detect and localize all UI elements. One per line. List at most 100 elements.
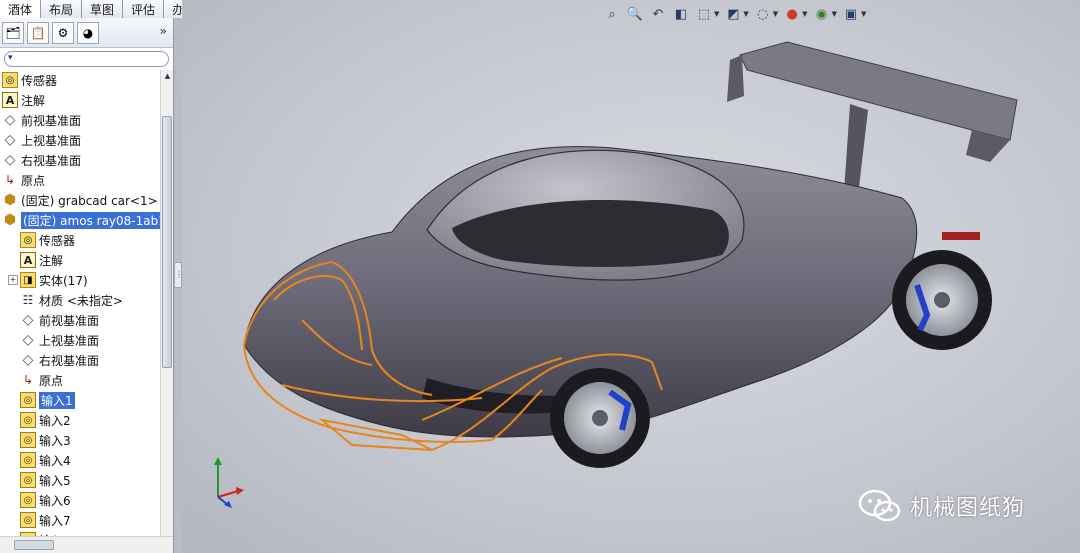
vertical-scrollbar[interactable]: ▲ — [160, 70, 173, 536]
import-icon: ◎ — [20, 512, 36, 528]
tree-item[interactable]: ☷ 材质 <未指定> — [0, 290, 160, 310]
tab-0[interactable]: 酒体 — [0, 0, 42, 18]
tree-item[interactable]: ◎ 输入4 — [0, 450, 160, 470]
tree-item[interactable]: ◎ 输入5 — [0, 470, 160, 490]
tree-item[interactable]: ◇ 右视基准面 — [0, 150, 160, 170]
annotation-icon: A — [2, 92, 18, 108]
vertical-scroll-thumb[interactable] — [162, 116, 172, 368]
feature-tree-icon: 🗂 — [5, 25, 21, 40]
plane-icon: ◇ — [22, 312, 34, 328]
import-icon: ◎ — [20, 392, 36, 408]
origin-icon: ↳ — [22, 373, 34, 387]
tree-item-label: 右视基准面 — [39, 353, 100, 368]
import-icon: ◎ — [20, 452, 36, 468]
property-icon: 📋 — [30, 25, 46, 40]
configuration-icon: ⚙ — [57, 25, 69, 40]
panel-toolbar: 🗂 📋 ⚙ ◕ » — [0, 18, 173, 48]
tree-item[interactable]: ◎ 输入1 — [0, 390, 160, 410]
tree-item[interactable]: ◎ 输入2 — [0, 410, 160, 430]
part-icon: ⬢ — [3, 192, 17, 208]
tree-filter-input[interactable]: ▾ — [4, 51, 169, 67]
tree-item[interactable]: ◇ 前视基准面 — [0, 110, 160, 130]
tree-item[interactable]: ⬢ (固定) grabcad car<1> — [0, 190, 160, 210]
tree-item-label: 输入6 — [39, 493, 71, 508]
tree-item[interactable]: ↳ 原点 — [0, 170, 160, 190]
tree-item[interactable]: ◇ 上视基准面 — [0, 330, 160, 350]
tree-item-label: 上视基准面 — [39, 333, 100, 348]
feature-tree: ◎ 传感器 A 注解 ◇ 前视基准面 ◇ 上视基准面 ◇ 右视基准面 ↳ 原点 ⬢ (固定) grabca… — [0, 70, 168, 550]
expand-node-icon[interactable]: + — [8, 275, 18, 285]
watermark: 机械图纸狗 — [858, 488, 1025, 524]
import-icon: ◎ — [20, 412, 36, 428]
horizontal-scroll-thumb[interactable] — [14, 540, 54, 550]
material-icon: ☷ — [22, 293, 34, 307]
tree-item[interactable]: ↳ 原点 — [0, 370, 160, 390]
tab-layout[interactable]: 布局 — [41, 0, 83, 18]
plane-icon: ◇ — [4, 112, 16, 128]
tree-item[interactable]: ◎ 输入6 — [0, 490, 160, 510]
tail-lights — [942, 232, 980, 240]
filter-row: ▾ — [0, 48, 173, 70]
tree-item-label: 原点 — [21, 173, 46, 188]
tree-item-label: 前视基准面 — [39, 313, 100, 328]
tree-item[interactable]: ⬢ (固定) amos ray08-1ab1 — [0, 210, 168, 230]
display-manager-icon: ◕ — [82, 25, 94, 40]
plane-icon: ◇ — [4, 132, 16, 148]
tree-item-label: 输入7 — [39, 513, 71, 528]
tree-item-label: 输入4 — [39, 453, 71, 468]
sensor-icon: ◎ — [2, 72, 18, 88]
solid-bodies-icon: ◨ — [20, 272, 36, 288]
car-model[interactable] — [182, 0, 1080, 553]
tree-item[interactable]: ◇ 前视基准面 — [0, 310, 160, 330]
property-manager-tab-button[interactable]: 📋 — [27, 21, 49, 44]
tree-item-label: 右视基准面 — [21, 153, 82, 168]
tab-evaluate[interactable]: 评估 — [123, 0, 165, 18]
wechat-icon — [858, 489, 901, 522]
rear-wheel[interactable] — [892, 250, 992, 350]
tree-item[interactable]: ◎ 传感器 — [0, 230, 160, 250]
plane-icon: ◇ — [4, 152, 16, 168]
scroll-up-arrow-icon[interactable]: ▲ — [161, 70, 173, 83]
tree-item-label: 输入5 — [39, 473, 71, 488]
panel-splitter-handle[interactable]: ⋮ — [174, 262, 183, 288]
tree-item[interactable]: ◇ 右视基准面 — [0, 350, 160, 370]
configuration-manager-tab-button[interactable]: ⚙ — [52, 21, 74, 44]
tree-item[interactable]: + ◨ 实体(17) — [0, 270, 160, 290]
tree-item[interactable]: ◎ 传感器 — [0, 70, 160, 90]
tree-item-label: 实体(17) — [39, 273, 88, 288]
annotation-icon: A — [20, 252, 36, 268]
tree-item-label: 输入1 — [39, 391, 75, 409]
origin-icon: ↳ — [4, 173, 16, 187]
feature-manager-panel: 🗂 📋 ⚙ ◕ » ▾ ◎ 传感器 A 注解 ◇ 前视基准面 ◇ 上视基准面 ◇ 右视基准面 ↳ 原点… — [0, 18, 174, 553]
tree-item-label: 传感器 — [39, 233, 76, 248]
tree-item[interactable]: A 注解 — [0, 90, 160, 110]
import-icon: ◎ — [20, 432, 36, 448]
plane-icon: ◇ — [22, 332, 34, 348]
watermark-text: 机械图纸狗 — [910, 496, 1026, 521]
horizontal-scrollbar[interactable] — [0, 536, 173, 553]
axis-triad — [214, 457, 244, 508]
tree-item[interactable]: ◎ 输入7 — [0, 510, 160, 530]
import-icon: ◎ — [20, 472, 36, 488]
tree-item[interactable]: A 注解 — [0, 250, 160, 270]
tree-item[interactable]: ◇ 上视基准面 — [0, 130, 160, 150]
front-wheel[interactable] — [550, 368, 650, 468]
expand-panel-chevron-icon[interactable]: » — [160, 24, 167, 38]
tree-item-label: 输入2 — [39, 413, 71, 428]
import-icon: ◎ — [20, 492, 36, 508]
tree-item-label: 材质 <未指定> — [39, 293, 123, 308]
plane-icon: ◇ — [22, 352, 34, 368]
sensor-icon: ◎ — [20, 232, 36, 248]
tree-item-label: 注解 — [39, 253, 64, 268]
tab-sketch[interactable]: 草图 — [82, 0, 124, 18]
tree-item-label: 上视基准面 — [21, 133, 82, 148]
part-icon: ⬢ — [3, 212, 17, 228]
tree-item-label: 前视基准面 — [21, 113, 82, 128]
tree-item-label: (固定) grabcad car<1> — [21, 193, 158, 208]
filter-dropdown-icon[interactable]: ▾ — [8, 53, 13, 63]
tree-item[interactable]: ◎ 输入3 — [0, 430, 160, 450]
tree-item-label: 输入3 — [39, 433, 71, 448]
display-manager-tab-button[interactable]: ◕ — [77, 21, 99, 44]
tree-item-label: 传感器 — [21, 73, 58, 88]
feature-manager-tab-button[interactable]: 🗂 — [2, 21, 24, 44]
